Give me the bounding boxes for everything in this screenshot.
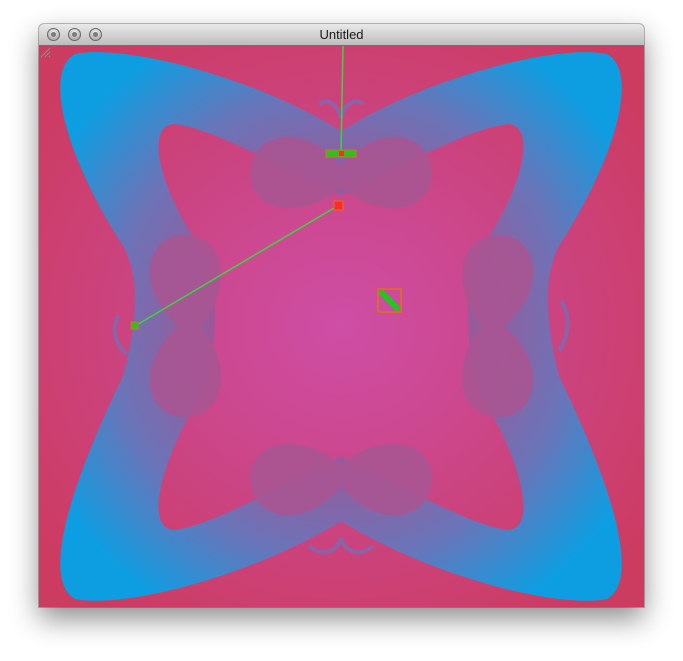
arc-right [557, 299, 570, 353]
control-point-center[interactable] [333, 200, 344, 211]
app-window: Untitled [39, 24, 644, 607]
shape-artwork [60, 46, 622, 601]
title-bar[interactable]: Untitled [39, 24, 644, 46]
arc-bottom [307, 537, 375, 555]
arc-left [112, 314, 129, 356]
rotation-handle[interactable] [377, 288, 402, 313]
window-title: Untitled [319, 27, 364, 42]
resize-grip-icon[interactable] [39, 46, 51, 58]
control-handle-top[interactable] [325, 149, 357, 158]
drawing-canvas[interactable] [39, 46, 644, 607]
control-point-left[interactable] [130, 321, 139, 330]
